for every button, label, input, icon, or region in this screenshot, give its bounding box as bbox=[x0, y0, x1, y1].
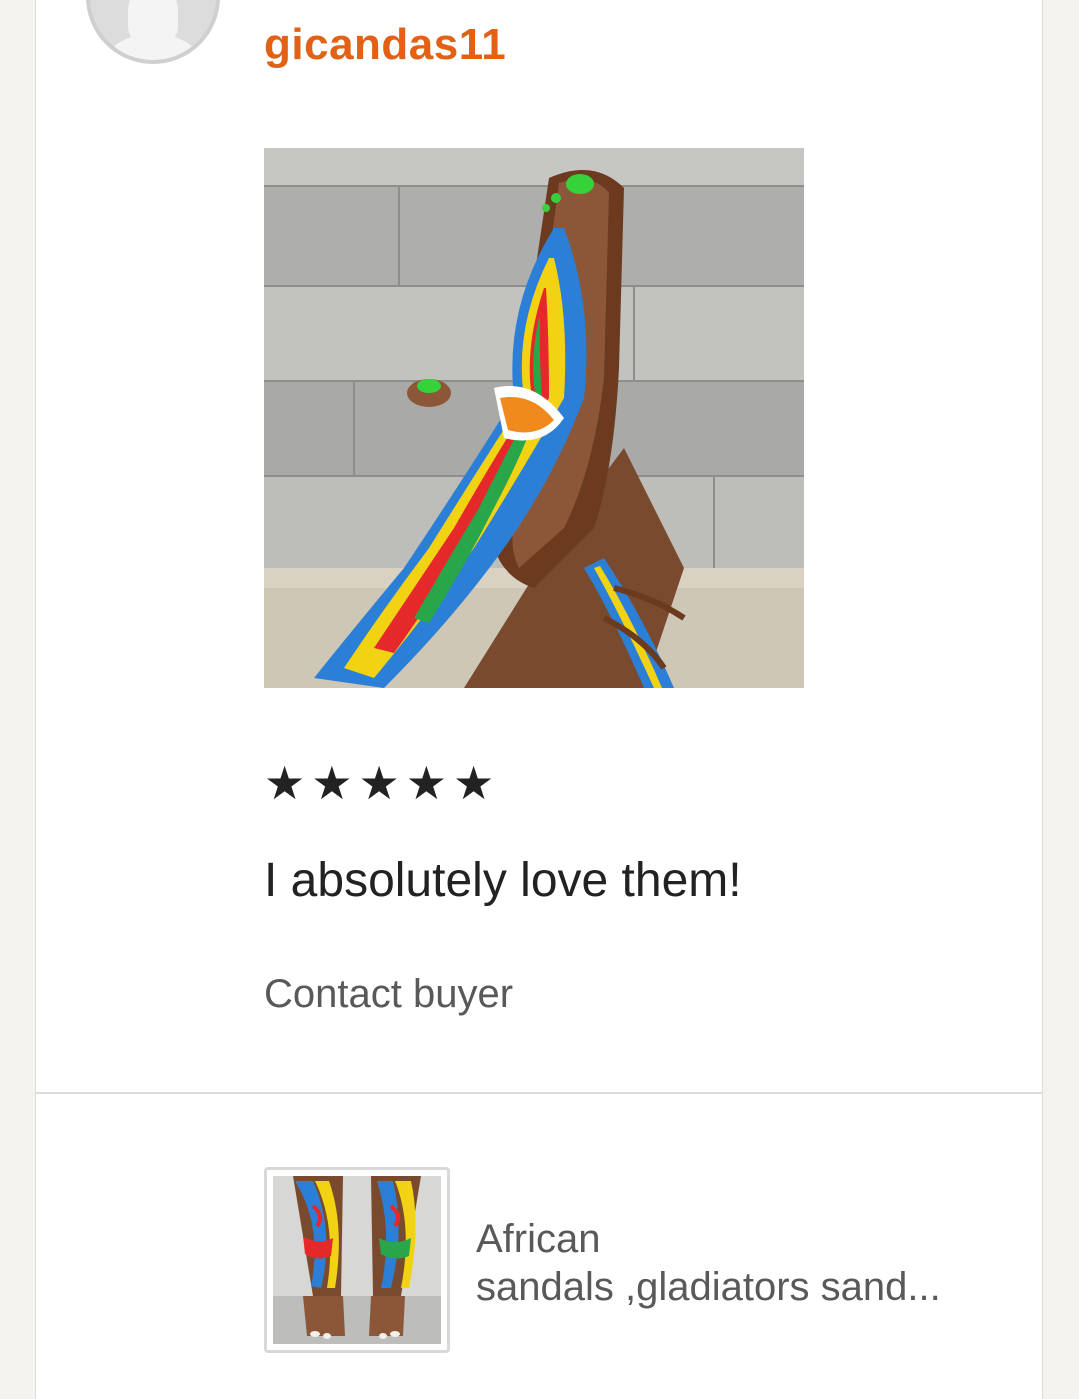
contact-buyer-link[interactable]: Contact buyer bbox=[264, 972, 513, 1017]
star-icon: ★ bbox=[311, 757, 359, 809]
listing-thumbnail[interactable] bbox=[264, 1167, 450, 1353]
rating-stars: ★★★★★ bbox=[264, 760, 500, 806]
divider bbox=[36, 1092, 1042, 1094]
star-icon: ★ bbox=[358, 757, 406, 809]
listing-title-line1: African bbox=[476, 1217, 601, 1261]
listing-title-link[interactable]: African sandals ,gladiators sand... bbox=[476, 1215, 1016, 1311]
star-icon: ★ bbox=[264, 757, 312, 809]
review-card: gicandas11 ★★★★★ I absolutely love them!… bbox=[35, 0, 1043, 1399]
review-text: I absolutely love them! bbox=[264, 854, 742, 907]
avatar-shoulders bbox=[108, 34, 198, 60]
review-photo[interactable] bbox=[264, 148, 804, 688]
listing-title-line2: sandals ,gladiators sand... bbox=[476, 1265, 941, 1309]
avatar[interactable] bbox=[86, 0, 220, 64]
star-icon: ★ bbox=[405, 757, 453, 809]
reviewer-username[interactable]: gicandas11 bbox=[264, 20, 506, 70]
star-icon: ★ bbox=[453, 757, 501, 809]
